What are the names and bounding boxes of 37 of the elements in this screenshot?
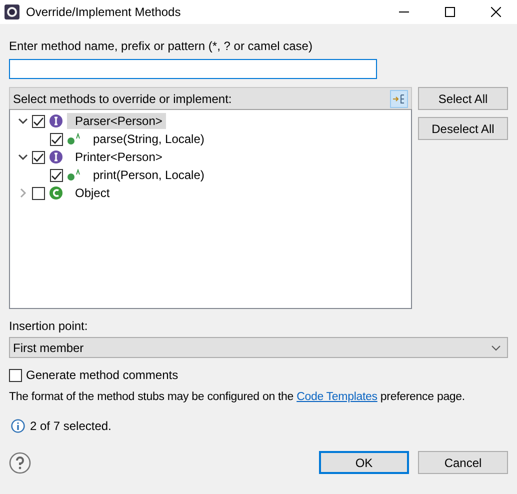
method-icon xyxy=(67,133,81,145)
chevron-down-icon xyxy=(491,344,501,350)
info-icon xyxy=(11,419,25,433)
templates-note: The format of the method stubs may be configured on the Code Templates preference page. xyxy=(9,391,466,403)
filter-label: Enter method name, prefix or pattern (*, ? or camel case) xyxy=(9,39,314,54)
filter-input[interactable] xyxy=(9,59,377,79)
side-button[interactable]: Select All xyxy=(418,87,508,110)
dialog-button[interactable]: OK xyxy=(319,451,409,474)
code-templates-link[interactable]: Code Templates xyxy=(296,391,378,403)
tree-toggle-icon[interactable] xyxy=(390,90,408,108)
tree-label: Select methods to override or implement: xyxy=(13,92,232,106)
app-icon xyxy=(4,4,20,20)
comments-label: Generate method comments xyxy=(26,368,178,382)
status-text: 2 of 7 selected. xyxy=(30,419,112,433)
tree-item[interactable]: Printer<Person> xyxy=(67,149,166,165)
tree-item[interactable]: parse(String, Locale) xyxy=(85,131,208,147)
tree-checkbox[interactable] xyxy=(50,168,63,182)
help-icon[interactable] xyxy=(9,452,31,474)
tree-item[interactable]: Parser<Person> xyxy=(67,113,166,129)
tree-checkbox[interactable] xyxy=(32,150,45,164)
interface-icon xyxy=(49,150,63,164)
tree-item[interactable]: print(Person, Locale) xyxy=(85,167,208,183)
tree-item[interactable]: Object xyxy=(67,185,114,201)
side-button[interactable]: Deselect All xyxy=(418,117,508,140)
interface-icon xyxy=(49,114,63,128)
class-icon xyxy=(49,186,63,200)
dialog-button[interactable]: Cancel xyxy=(418,451,508,474)
insertion-dropdown[interactable]: First member xyxy=(9,337,508,358)
maximize-icon[interactable] xyxy=(445,7,455,17)
tree-checkbox[interactable] xyxy=(50,132,63,146)
close-icon[interactable] xyxy=(491,7,501,17)
tree-checkbox[interactable] xyxy=(32,186,45,200)
tree-checkbox[interactable] xyxy=(32,114,45,128)
window-title: Override/Implement Methods xyxy=(26,5,181,19)
method-icon xyxy=(67,169,81,181)
comments-checkbox[interactable] xyxy=(9,368,22,382)
insertion-label: Insertion point: xyxy=(9,319,89,334)
